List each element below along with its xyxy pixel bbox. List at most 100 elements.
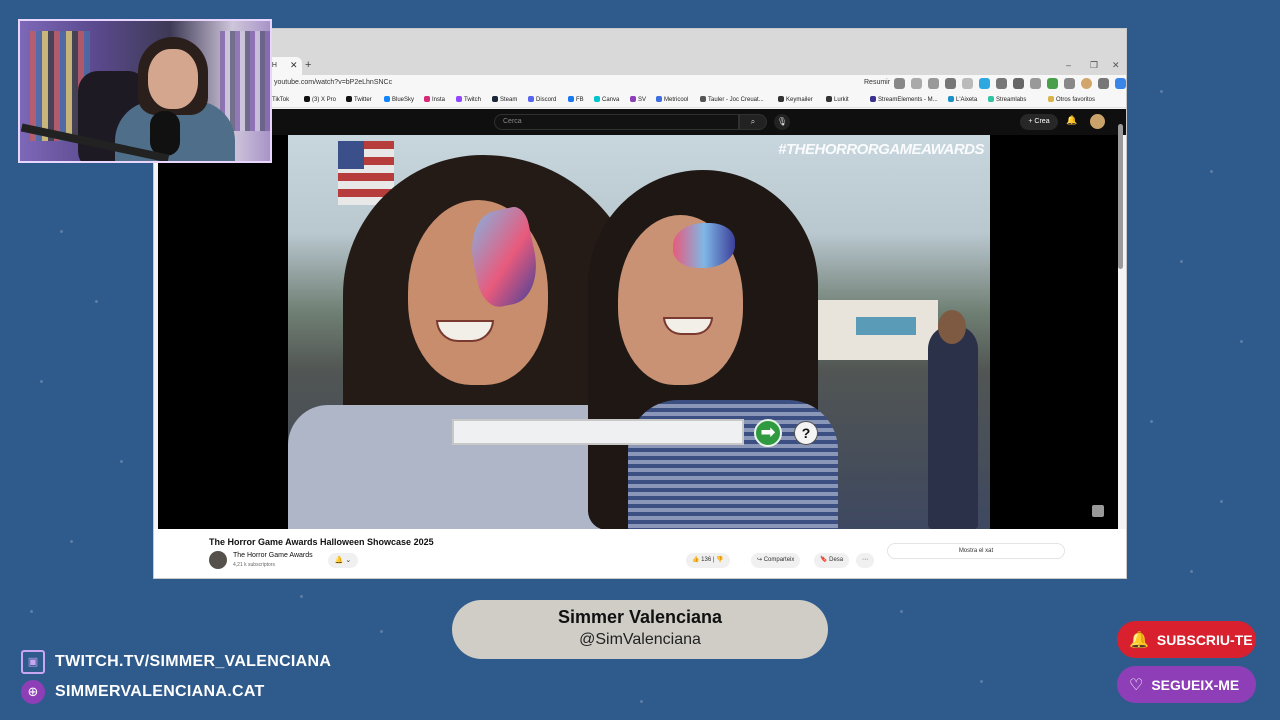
streamer-handle: @SimValenciana: [579, 631, 701, 648]
bystander-figure: [928, 325, 978, 529]
bookmark[interactable]: BlueSky: [384, 96, 414, 103]
bookshelf-right: [220, 31, 270, 131]
extension-icon[interactable]: [1047, 78, 1058, 89]
restore-icon[interactable]: ❐: [1090, 60, 1098, 71]
streamer-face: [148, 49, 198, 109]
extension-icon[interactable]: [911, 78, 922, 89]
video-title: The Horror Game Awards Halloween Showcas…: [209, 537, 434, 547]
bookmark[interactable]: L'Aixeta: [948, 96, 977, 103]
bookmark-icon: [346, 96, 352, 102]
twitch-link[interactable]: ▣ TWITCH.TV/SIMMER_VALENCIANA: [21, 650, 331, 674]
close-icon[interactable]: ✕: [290, 60, 298, 71]
bookmark[interactable]: Streamlabs: [988, 96, 1026, 103]
channel-avatar[interactable]: [209, 551, 227, 569]
follow-button[interactable]: ♡ SEGUEIX-ME: [1117, 666, 1256, 703]
extension-icon[interactable]: [979, 78, 990, 89]
search-input[interactable]: Cerca: [494, 114, 739, 130]
share-button[interactable]: ↪ Comparteix: [751, 553, 801, 568]
twitch-link-text[interactable]: TWITCH.TV/SIMMER_VALENCIANA: [55, 653, 331, 671]
resumir-button[interactable]: Resumir: [864, 79, 890, 86]
new-tab-icon[interactable]: +: [305, 59, 311, 71]
bookmark[interactable]: Twitter: [346, 96, 372, 103]
video-text-input[interactable]: [452, 419, 744, 445]
bookmark-icon: [656, 96, 662, 102]
extension-icon[interactable]: [928, 78, 939, 89]
star-icon[interactable]: [962, 78, 973, 89]
video-frame[interactable]: #THEHORRORGAMEAWARDS ➡ ?: [288, 135, 990, 529]
bookmark[interactable]: Metricool: [656, 96, 688, 103]
bookmark-icon: [948, 96, 954, 102]
bookmark-icon: [384, 96, 390, 102]
search-icon[interactable]: ⌕: [739, 114, 767, 130]
history-icon[interactable]: [1064, 78, 1075, 89]
favorites-icon[interactable]: [1030, 78, 1041, 89]
bookmark-icon: [778, 96, 784, 102]
bookmark[interactable]: Lurkit: [826, 96, 849, 103]
bookmark[interactable]: FB: [568, 96, 584, 103]
extension-icon[interactable]: [1013, 78, 1024, 89]
close-window-icon[interactable]: ✕: [1112, 60, 1120, 71]
butterfly-facepaint-right: [673, 223, 735, 268]
microphone-icon[interactable]: 🎙: [774, 114, 790, 130]
channel-name[interactable]: The Horror Game Awards: [233, 552, 313, 559]
subscribe-label: SUBSCRIU-TE: [1156, 631, 1253, 648]
zoom-icon[interactable]: [945, 78, 956, 89]
arrow-right-icon[interactable]: ➡: [754, 419, 782, 447]
bookmark[interactable]: SV: [630, 96, 646, 103]
bookmark-icon: [870, 96, 876, 102]
url-field[interactable]: youtube.com/watch?v=bP2eLhnSNCc: [274, 79, 392, 86]
bookmark[interactable]: Keymailer: [778, 96, 813, 103]
profile-avatar[interactable]: [1081, 78, 1092, 89]
bookmark-icon: [456, 96, 462, 102]
bookmark-icon: [304, 96, 310, 102]
follow-label: SEGUEIX-ME: [1151, 676, 1240, 693]
minimize-icon[interactable]: –: [1066, 60, 1071, 70]
channel-watermark-icon[interactable]: [1092, 505, 1104, 517]
copilot-icon[interactable]: [1115, 78, 1126, 89]
help-icon[interactable]: ?: [794, 421, 818, 445]
page-scrollbar[interactable]: [1118, 124, 1123, 269]
save-label: Desa: [829, 557, 844, 563]
extension-icon[interactable]: [996, 78, 1007, 89]
bookmark[interactable]: Insta: [424, 96, 445, 103]
browser-titlebar: h H ✕ + – ❐ ✕: [154, 29, 1126, 75]
website-link-text[interactable]: SIMMERVALENCIANA.CAT: [55, 683, 265, 701]
bookmark[interactable]: Canva: [594, 96, 619, 103]
extension-icon[interactable]: [894, 78, 905, 89]
youtube-header: Cerca ⌕ 🎙 + Crea 🔔: [154, 109, 1126, 135]
avatar[interactable]: [1090, 114, 1105, 129]
heart-icon: ♡: [1129, 676, 1144, 694]
bookmark[interactable]: (3) X Pro: [304, 96, 336, 103]
bookmark-folder[interactable]: Otros favoritos: [1048, 96, 1095, 103]
notification-bell-button[interactable]: 🔔 ⌄: [328, 553, 358, 568]
bookmark-icon: [630, 96, 636, 102]
notifications-icon[interactable]: 🔔: [1066, 115, 1077, 126]
bookmark[interactable]: Steam: [492, 96, 517, 103]
video-info: The Horror Game Awards Halloween Showcas…: [154, 529, 1126, 578]
address-bar[interactable]: youtube.com/watch?v=bP2eLhnSNCc Resumir: [154, 75, 1126, 92]
bookmark[interactable]: Tauler - Joc Creuat...: [700, 96, 764, 103]
bookmark[interactable]: Twitch: [456, 96, 481, 103]
bookmark[interactable]: StreamElements - M...: [870, 96, 938, 103]
more-icon[interactable]: [1098, 78, 1109, 89]
bookmark-icon: [424, 96, 430, 102]
bookmark-icon: [594, 96, 600, 102]
show-chat-button[interactable]: Mostra el xat: [887, 543, 1065, 559]
save-button[interactable]: 🔖 Desa: [814, 553, 850, 568]
more-options-button[interactable]: ⋯: [856, 553, 874, 568]
like-button[interactable]: 👍 136 | 👎: [686, 553, 730, 568]
twitch-icon: ▣: [21, 650, 45, 674]
create-button[interactable]: + Crea: [1020, 114, 1058, 130]
share-label: Comparteix: [763, 557, 795, 563]
bookmark-icon: [826, 96, 832, 102]
bookmark[interactable]: Discord: [528, 96, 556, 103]
folder-icon: [1048, 96, 1054, 102]
globe-icon: ⊕: [21, 680, 45, 704]
create-label: Crea: [1034, 118, 1050, 125]
subscribe-button[interactable]: 🔔 SUBSCRIU-TE: [1117, 621, 1256, 658]
video-player[interactable]: #THEHORRORGAMEAWARDS ➡ ?: [158, 135, 1118, 529]
bookmark-icon: [700, 96, 706, 102]
webcam-feed: [18, 19, 272, 163]
like-count: 136: [701, 557, 712, 563]
website-link[interactable]: ⊕ SIMMERVALENCIANA.CAT: [21, 680, 265, 704]
